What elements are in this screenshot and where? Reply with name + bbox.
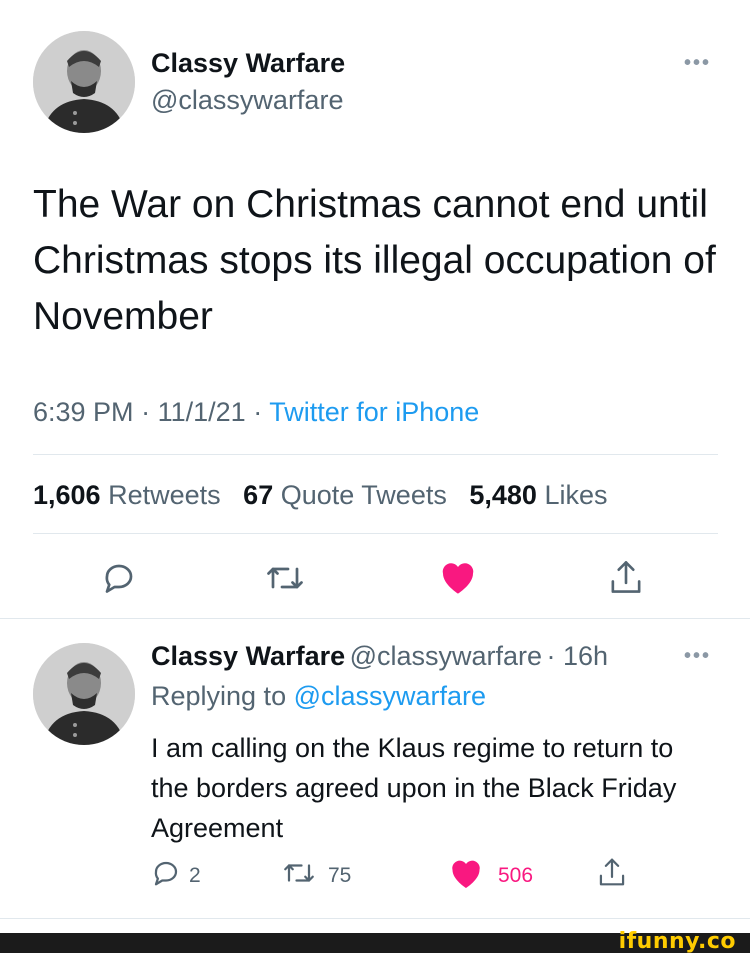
likes-label: Likes bbox=[544, 480, 608, 510]
tweet-meta: 6:39 PM · 11/1/21 · Twitter for iPhone bbox=[33, 397, 479, 428]
like-count: 506 bbox=[498, 863, 534, 887]
tweet-source[interactable]: Twitter for iPhone bbox=[269, 397, 479, 427]
more-options-icon[interactable]: ••• bbox=[684, 52, 711, 75]
quotes-label: Quote Tweets bbox=[280, 480, 447, 510]
like-action[interactable]: 506 bbox=[448, 856, 533, 895]
like-icon[interactable] bbox=[448, 856, 484, 895]
meta-separator: · bbox=[253, 397, 263, 427]
meta-separator: · bbox=[141, 397, 151, 427]
retweet-count: 75 bbox=[328, 863, 352, 887]
replying-to: Replying to @classywarfare bbox=[151, 681, 486, 712]
reply-more-options-icon[interactable]: ••• bbox=[684, 645, 711, 668]
divider bbox=[33, 454, 718, 455]
reply-text: I am calling on the Klaus regime to retu… bbox=[151, 733, 677, 843]
like-icon[interactable] bbox=[438, 558, 478, 601]
share-icon[interactable] bbox=[597, 856, 627, 893]
divider bbox=[0, 918, 750, 919]
replying-to-handle[interactable]: @classywarfare bbox=[294, 681, 486, 711]
retweets-stat[interactable]: 1,606 Retweets bbox=[33, 480, 221, 510]
reply-action[interactable]: 2 bbox=[151, 858, 201, 893]
quotes-count: 67 bbox=[243, 480, 274, 510]
divider bbox=[0, 618, 750, 619]
author-handle[interactable]: @classywarfare bbox=[151, 85, 343, 116]
reply-header: Classy Warfare @classywarfare · 16h bbox=[151, 641, 608, 672]
likes-count: 5,480 bbox=[469, 480, 537, 510]
tweet-text: The War on Christmas cannot end until Ch… bbox=[33, 183, 716, 338]
retweets-label: Retweets bbox=[108, 480, 221, 510]
divider bbox=[33, 533, 718, 534]
reply-icon[interactable] bbox=[101, 560, 137, 601]
reply-author-handle[interactable]: @classywarfare bbox=[350, 641, 542, 671]
retweet-icon[interactable] bbox=[282, 858, 316, 893]
reply-author-avatar[interactable] bbox=[33, 643, 135, 745]
share-icon[interactable] bbox=[608, 558, 644, 601]
retweet-action[interactable]: 75 bbox=[282, 858, 351, 893]
watermark-bar: ifunny.co bbox=[0, 929, 750, 954]
retweet-icon[interactable] bbox=[265, 560, 305, 601]
likes-stat[interactable]: 5,480 Likes bbox=[469, 480, 607, 510]
author-avatar[interactable] bbox=[33, 31, 135, 133]
tweet-stats: 1,606 Retweets 67 Quote Tweets 5,480 Lik… bbox=[33, 480, 607, 511]
replying-to-label: Replying to bbox=[151, 681, 287, 711]
author-name[interactable]: Classy Warfare bbox=[151, 48, 345, 79]
ifunny-watermark: ifunny.co bbox=[618, 929, 736, 954]
retweets-count: 1,606 bbox=[33, 480, 101, 510]
reply-icon[interactable] bbox=[151, 858, 181, 893]
reply-count: 2 bbox=[189, 863, 201, 887]
reply-age: · 16h bbox=[546, 641, 609, 671]
tweet-time: 6:39 PM bbox=[33, 397, 134, 427]
quotes-stat[interactable]: 67 Quote Tweets bbox=[243, 480, 447, 510]
reply-author-name[interactable]: Classy Warfare bbox=[151, 641, 345, 671]
tweet-date[interactable]: 11/1/21 bbox=[158, 397, 246, 427]
